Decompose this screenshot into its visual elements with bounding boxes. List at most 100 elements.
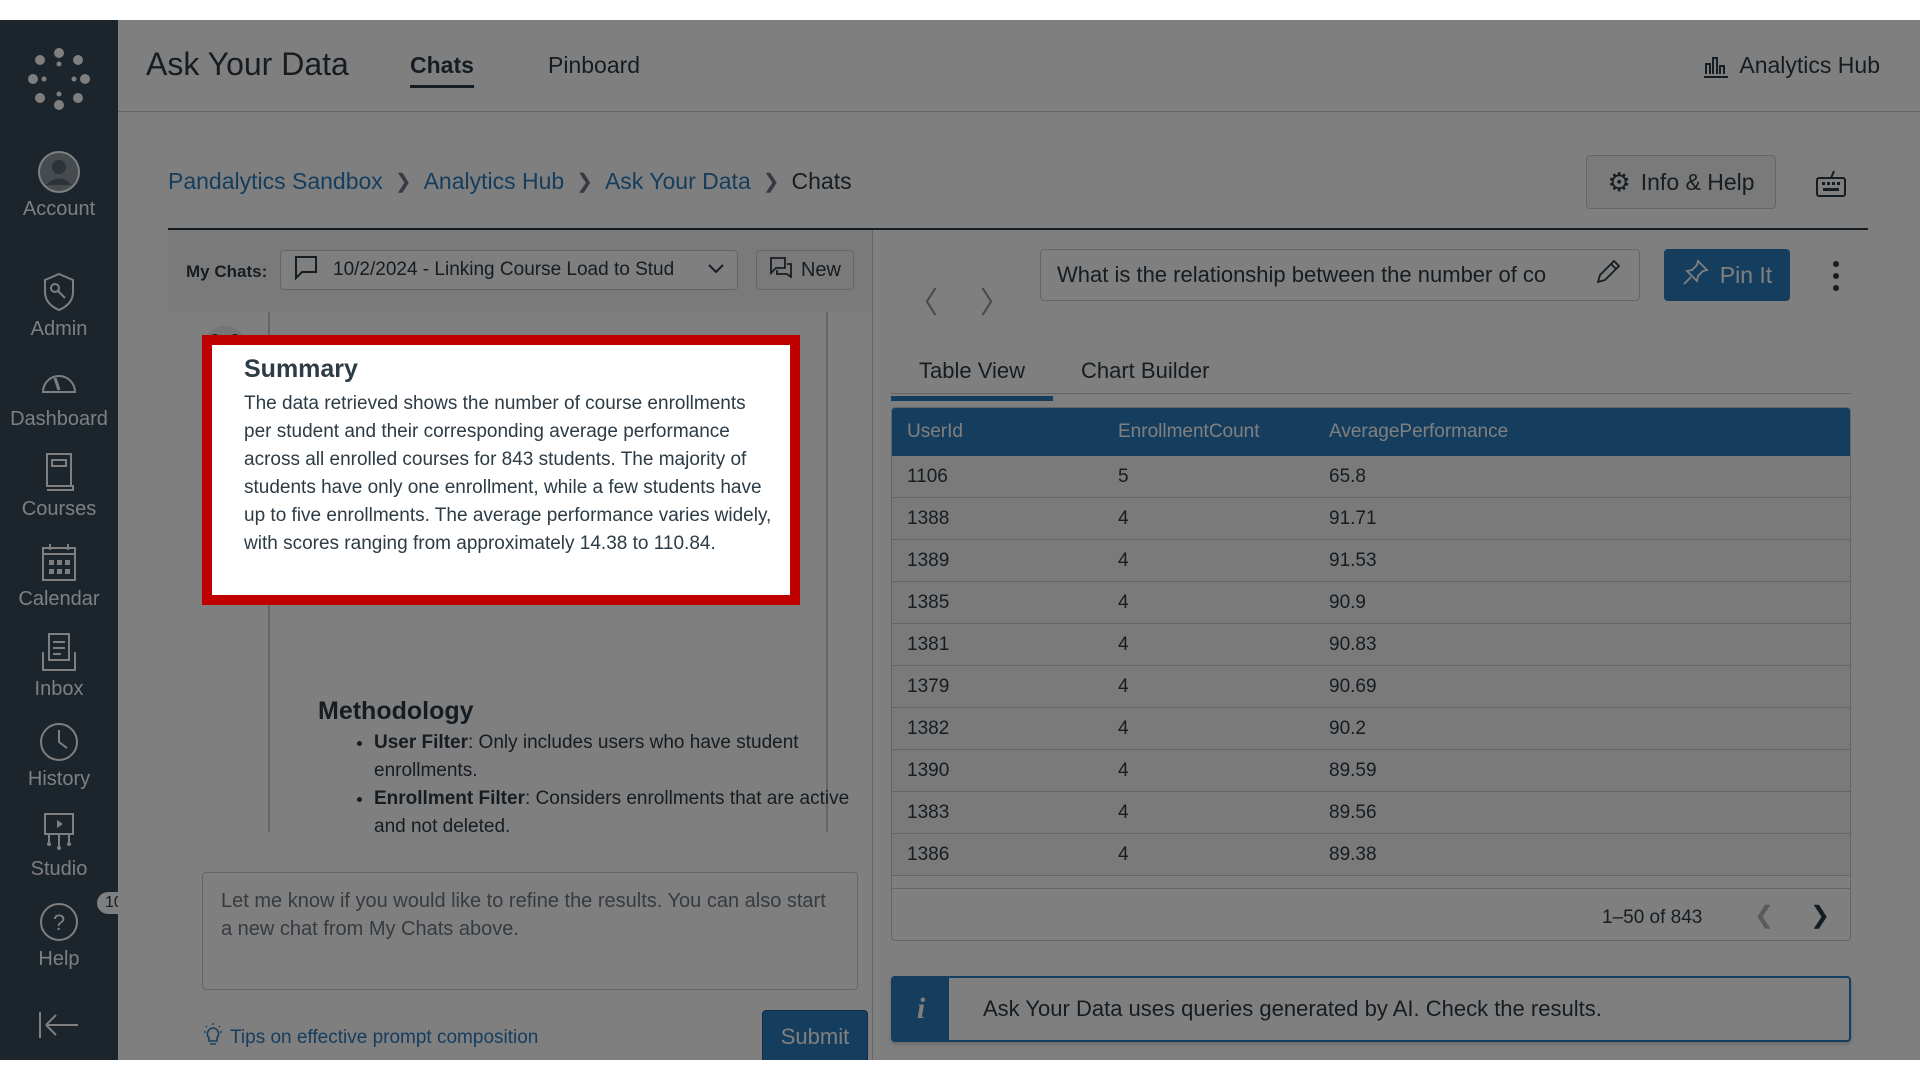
table-row: 1385 4 90.9	[892, 582, 1850, 624]
pin-it-label: Pin It	[1719, 261, 1773, 288]
tips-label: Tips on effective prompt composition	[230, 1027, 539, 1048]
new-chat-button[interactable]: New	[756, 250, 854, 290]
tab-chart-builder[interactable]: Chart Builder	[1081, 358, 1209, 384]
results-table: UserId EnrollmentCount AveragePerformanc…	[891, 407, 1851, 941]
nav-account[interactable]: Account	[0, 150, 118, 221]
new-chat-label: New	[800, 258, 841, 281]
nav-label: Help	[38, 948, 80, 970]
ai-notice-text: Ask Your Data uses queries generated by …	[983, 996, 1602, 1021]
pin-it-button[interactable]: Pin It	[1664, 249, 1790, 301]
submit-button[interactable]: Submit	[762, 1010, 868, 1060]
table-cell: 89.38	[1329, 843, 1377, 865]
info-help-button[interactable]: ⚙ Info & Help	[1586, 155, 1776, 209]
nav-admin[interactable]: Admin	[0, 270, 118, 341]
table-cell: 91.71	[1329, 507, 1377, 529]
new-chat-icon	[769, 256, 793, 284]
nav-studio[interactable]: Studio	[0, 810, 118, 881]
previous-query-arrow-icon[interactable]: 〈	[908, 278, 938, 322]
nav-dashboard[interactable]: Dashboard	[0, 360, 118, 431]
table-cell: 89.56	[1329, 801, 1377, 823]
table-cell: 4	[1118, 675, 1129, 697]
tab-chats[interactable]: Chats	[410, 52, 474, 88]
tab-pinboard[interactable]: Pinboard	[548, 52, 640, 79]
breadcrumb-link[interactable]: Pandalytics Sandbox	[168, 168, 383, 195]
pushpin-icon	[1682, 258, 1710, 292]
table-cell: 1385	[907, 591, 950, 613]
table-cell: 1381	[907, 633, 950, 655]
dashboard-gauge-icon	[37, 360, 81, 404]
pagination: 1–50 of 843 ❮ ❯	[892, 888, 1850, 940]
table-cell: 1389	[907, 549, 950, 571]
table-row: 1389 4 91.53	[892, 540, 1850, 582]
screen: Account Admin Dashboard Courses Calendar…	[0, 20, 1920, 1060]
tips-link[interactable]: Tips on effective prompt composition	[202, 1023, 538, 1053]
app-title: Ask Your Data	[146, 46, 349, 82]
nav-help[interactable]: ? 10 Help	[0, 892, 131, 971]
column-header[interactable]: EnrollmentCount	[1118, 421, 1260, 443]
table-cell: 1379	[907, 675, 950, 697]
query-field[interactable]: What is the relationship between the num…	[1040, 249, 1640, 301]
query-text: What is the relationship between the num…	[1057, 262, 1547, 287]
table-row: 1379 4 90.69	[892, 666, 1850, 708]
nav-label: Studio	[30, 858, 88, 880]
table-cell: 4	[1118, 549, 1129, 571]
calendar-icon	[37, 540, 81, 584]
breadcrumb-link[interactable]: Analytics Hub	[424, 168, 565, 195]
column-header[interactable]: UserId	[907, 421, 963, 443]
collapse-nav-icon[interactable]	[38, 1010, 80, 1040]
breadcrumb-link[interactable]: Ask Your Data	[605, 168, 751, 195]
more-options-kebab-icon[interactable]	[1830, 260, 1842, 292]
table-cell: 90.69	[1329, 675, 1377, 697]
svg-text:?: ?	[53, 910, 65, 935]
nav-history[interactable]: History	[0, 720, 118, 791]
previous-page-icon[interactable]: ❮	[1754, 901, 1774, 930]
info-help-label: Info & Help	[1640, 168, 1755, 195]
nav-label: Inbox	[34, 678, 84, 700]
table-cell: 90.9	[1329, 591, 1366, 613]
app-header: Ask Your Data Chats Pinboard Analytics H…	[118, 20, 1920, 112]
history-clock-icon	[37, 720, 81, 764]
column-header[interactable]: AveragePerformance	[1329, 421, 1508, 443]
next-query-arrow-icon[interactable]: 〉	[980, 278, 1010, 322]
chat-select-dropdown[interactable]: 10/2/2024 - Linking Course Load to Stud	[280, 250, 738, 290]
nav-calendar[interactable]: Calendar	[0, 540, 118, 611]
tab-table-view[interactable]: Table View	[891, 358, 1053, 401]
table-cell: 1388	[907, 507, 950, 529]
courses-book-icon	[37, 450, 81, 494]
chevron-right-icon: ❯	[762, 171, 780, 193]
methodology-item: Enrollment Filter: Considers enrollments…	[374, 785, 858, 832]
nav-label: Account	[22, 198, 96, 220]
table-row: 1386 4 89.38	[892, 834, 1850, 876]
canvas-logo-icon[interactable]	[28, 48, 90, 110]
table-cell: 90.83	[1329, 633, 1377, 655]
admin-shield-icon	[37, 270, 81, 314]
keyboard-shortcuts-icon[interactable]	[1814, 166, 1848, 200]
prompt-input[interactable]: Let me know if you would like to refine …	[202, 872, 858, 990]
nav-label: History	[27, 768, 91, 790]
table-row: 1388 4 91.71	[892, 498, 1850, 540]
info-icon: i	[893, 978, 949, 1040]
table-cell: 1383	[907, 801, 950, 823]
table-cell: 4	[1118, 759, 1129, 781]
account-icon	[37, 150, 81, 194]
summary-title: Summary	[244, 355, 358, 383]
nav-inbox[interactable]: Inbox	[0, 630, 118, 701]
panel-divider	[872, 230, 873, 1060]
summary-highlight: Summary The data retrieved shows the num…	[202, 335, 800, 605]
methodology-item: User Filter: Only includes users who hav…	[374, 729, 858, 785]
nav-courses[interactable]: Courses	[0, 450, 118, 521]
analytics-hub-label: Analytics Hub	[1739, 52, 1880, 78]
methodology-section: Methodology User Filter: Only includes u…	[318, 697, 858, 832]
table-row: 1382 4 90.2	[892, 708, 1850, 750]
pagination-count: 1–50 of 843	[1602, 907, 1703, 928]
chevron-right-icon: ❯	[576, 171, 593, 193]
results-tabs: Table View Chart Builder	[891, 350, 1851, 401]
pencil-edit-icon[interactable]	[1593, 257, 1623, 293]
table-row: 1106 5 65.8	[892, 456, 1850, 498]
table-cell: 4	[1118, 591, 1129, 613]
analytics-hub-link[interactable]: Analytics Hub	[1703, 52, 1880, 79]
chat-bubble-icon	[293, 254, 319, 286]
next-page-icon[interactable]: ❯	[1810, 901, 1830, 930]
inbox-icon	[37, 630, 81, 674]
table-row: 1381 4 90.83	[892, 624, 1850, 666]
